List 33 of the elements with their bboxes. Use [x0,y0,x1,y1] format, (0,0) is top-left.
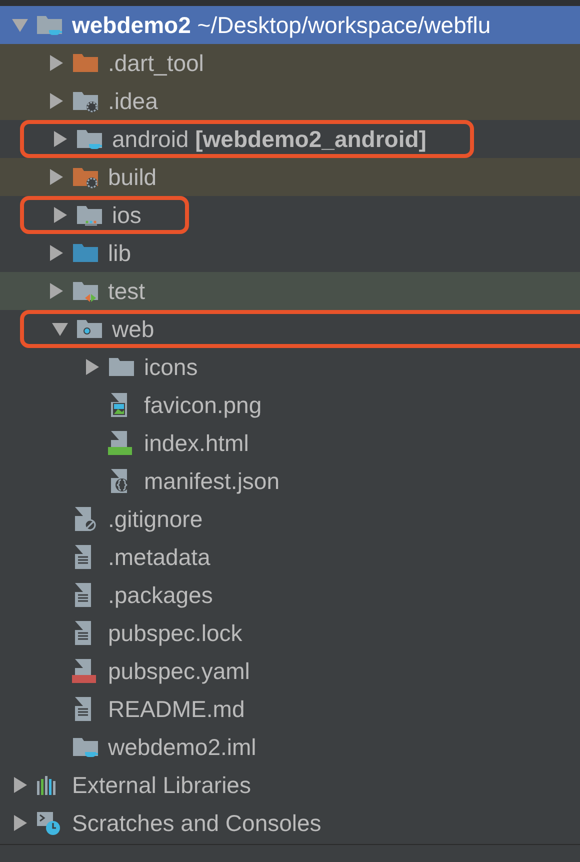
folder-name[interactable]: ios [112,200,142,230]
folder-name[interactable]: Scratches and Consoles [72,808,322,838]
file-name[interactable]: .metadata [108,542,210,572]
expand-arrow-icon[interactable] [52,206,68,224]
file-name[interactable]: index.html [144,428,249,458]
file-name[interactable]: favicon.png [144,390,262,420]
folder-name[interactable]: External Libraries [72,770,251,800]
file-name[interactable]: .gitignore [108,504,203,534]
folder-name[interactable]: web [112,314,154,344]
file-name[interactable]: pubspec.lock [108,618,242,648]
expand-arrow-icon[interactable] [84,358,100,376]
expand-arrow-icon[interactable] [48,54,64,72]
folder-name[interactable]: android [webdemo2_android] [112,124,426,154]
file-name[interactable]: README.md [108,694,245,724]
file-name[interactable]: manifest.json [144,466,280,496]
expand-arrow-icon[interactable] [48,244,64,262]
folder-name[interactable]: .dart_tool [108,48,204,78]
file-name[interactable]: .packages [108,580,213,610]
folder-name[interactable]: test [108,276,146,306]
expand-arrow-icon[interactable] [52,130,68,148]
folder-name[interactable]: build [108,162,157,192]
folder-name[interactable]: lib [108,238,132,268]
folder-name[interactable]: webdemo2 ~/Desktop/workspace/webflu [72,10,491,40]
expand-arrow-icon[interactable] [48,92,64,110]
file-name[interactable]: pubspec.yaml [108,656,250,686]
folder-name[interactable]: .idea [108,86,158,116]
collapse-arrow-icon[interactable] [51,321,69,337]
expand-arrow-icon[interactable] [12,814,28,832]
file-name[interactable]: webdemo2.iml [108,732,256,762]
expand-arrow-icon[interactable] [48,168,64,186]
folder-name[interactable]: icons [144,352,198,382]
expand-arrow-icon[interactable] [12,776,28,794]
expand-arrow-icon[interactable] [48,282,64,300]
